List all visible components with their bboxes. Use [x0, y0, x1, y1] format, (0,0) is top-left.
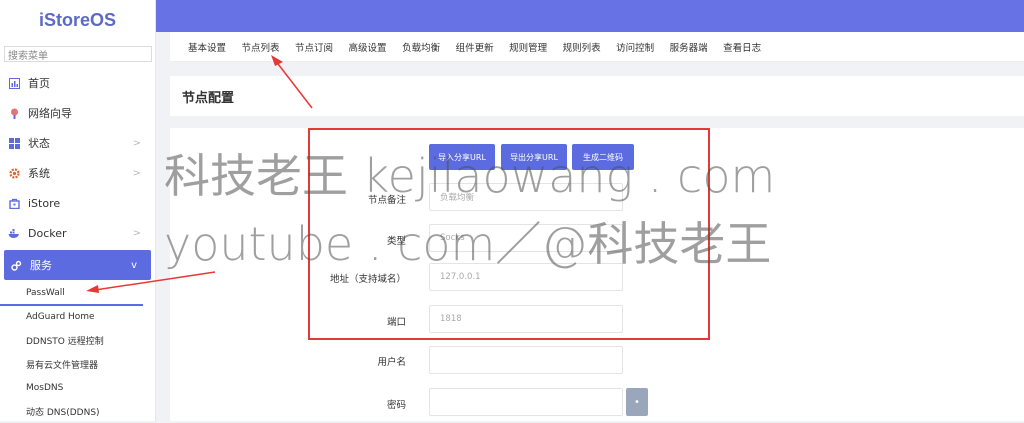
watermark-line-1: 科技老王 kejilaowang . com — [164, 140, 775, 206]
watermark-line-2: youtube . com／@科技老王 — [164, 208, 771, 274]
